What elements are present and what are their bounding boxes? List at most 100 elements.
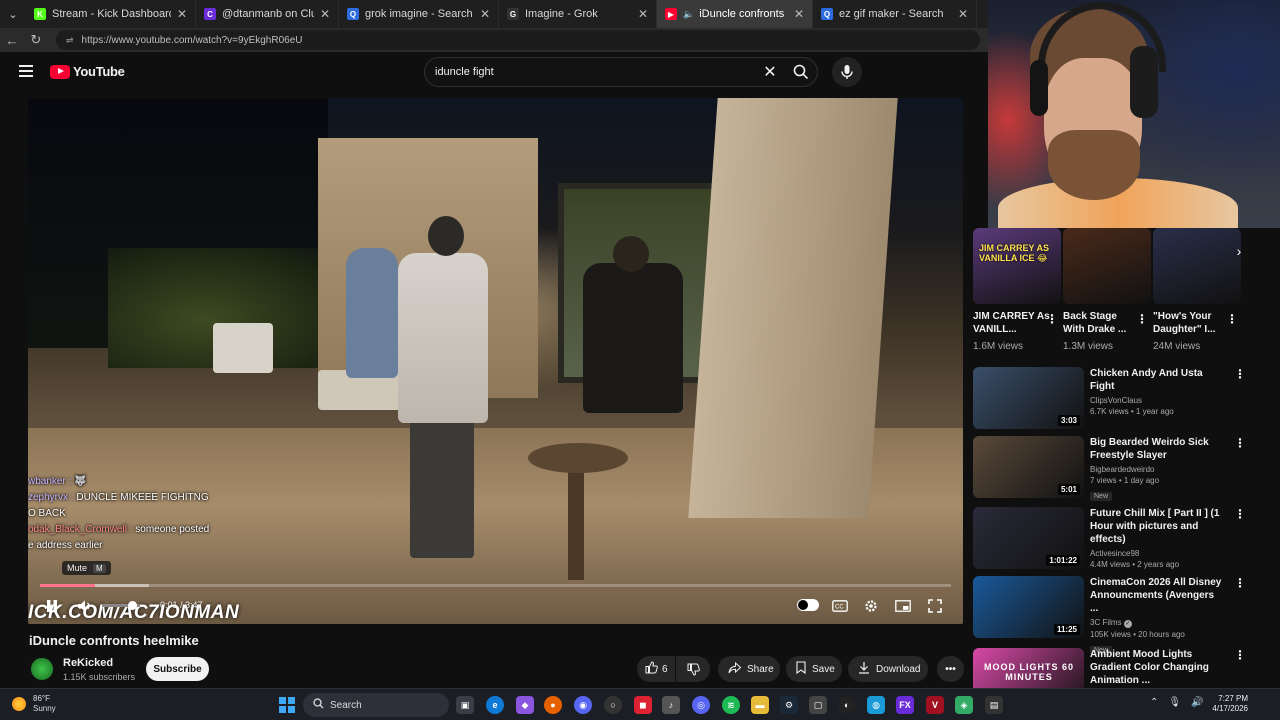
app-red-icon[interactable]: ◼ — [634, 696, 652, 714]
channel-name[interactable]: Activesince98 — [1090, 549, 1139, 558]
windows-start-icon[interactable] — [279, 697, 295, 713]
recommended-video[interactable]: 3:03 Chicken Andy And Usta Fight ClipsVonC… — [973, 367, 1246, 431]
video-title[interactable]: Chicken Andy And Usta Fight — [1090, 367, 1225, 393]
like-button[interactable]: 6 — [637, 656, 675, 682]
short-thumbnail[interactable] — [1153, 228, 1241, 304]
miniplayer-button[interactable] — [892, 592, 914, 620]
app-grey-icon[interactable]: ▤ — [985, 696, 1003, 714]
mute-button[interactable] — [74, 592, 96, 620]
voice-search-button[interactable] — [832, 57, 862, 87]
recommended-video[interactable]: 1:01:22 Future Chill Mix [ Part II ] (1 H… — [973, 507, 1246, 571]
task-view-icon[interactable]: ▣ — [456, 696, 474, 714]
youtube-logo[interactable]: YouTube — [50, 64, 125, 79]
captions-button[interactable]: CC — [829, 592, 851, 620]
discord-icon[interactable]: ◉ — [574, 696, 592, 714]
browser-tab[interactable]: G Imagine - Grok ✕ — [499, 0, 657, 28]
browser-tab[interactable]: Qez gif maker - Search ✕ — [813, 0, 977, 28]
app-blue-icon[interactable]: ◍ — [867, 696, 885, 714]
steam-icon[interactable]: ⚙ — [780, 696, 798, 714]
back-arrow-icon[interactable]: ← — [0, 28, 24, 52]
close-tab-icon[interactable]: ✕ — [638, 7, 648, 21]
search-box[interactable]: iduncle fight ✕ — [424, 57, 818, 87]
tray-chevron-up-icon[interactable]: ⌃ — [1150, 697, 1158, 708]
close-tab-icon[interactable]: ✕ — [177, 7, 187, 21]
video-title[interactable]: Future Chill Mix [ Part II ] (1 Hour wit… — [1090, 507, 1225, 546]
video-thumbnail[interactable]: 3:03 — [973, 367, 1084, 429]
video-thumbnail[interactable]: 1:01:22 — [973, 507, 1084, 569]
address-bar[interactable]: ⇌ https://www.youtube.com/watch?v=9yEkgh… — [56, 30, 980, 50]
video-thumbnail[interactable]: 11:25 — [973, 576, 1084, 638]
short-title[interactable]: Back Stage With Drake ... — [1063, 310, 1141, 336]
edge-icon[interactable]: e — [486, 696, 504, 714]
tray-mic-icon[interactable]: 🎙 — [1168, 697, 1181, 708]
more-vertical-icon[interactable]: ⋮ — [1234, 648, 1246, 662]
close-tab-icon[interactable]: ✕ — [320, 7, 330, 21]
more-vertical-icon[interactable]: ⋮ — [1234, 436, 1246, 450]
miniplayer-icon — [895, 600, 911, 612]
close-tab-icon[interactable]: ✕ — [958, 7, 968, 21]
search-input[interactable]: iduncle fight — [435, 66, 755, 78]
more-vertical-icon[interactable]: ⋮ — [1226, 312, 1238, 326]
video-title[interactable]: Big Bearded Weirdo Sick Freestyle Slayer — [1090, 436, 1225, 462]
volume-knob[interactable] — [128, 601, 137, 610]
short-thumbnail[interactable]: JIM CARREY AS VANILLA ICE 😂 — [973, 228, 1061, 304]
recommended-video[interactable]: 11:25 CinemaCon 2026 All Disney Announcme… — [973, 576, 1246, 655]
browser-tab[interactable]: ▶ 🔈 iDuncle confronts heelmike ✕ — [657, 0, 813, 28]
more-actions-button[interactable]: ••• — [937, 656, 964, 682]
folder-icon[interactable]: ▬ — [751, 696, 769, 714]
search-button[interactable] — [785, 58, 817, 86]
channel-name[interactable]: ClipsVonClaus — [1090, 396, 1142, 405]
menu-icon[interactable] — [19, 65, 33, 77]
chevron-right-icon[interactable]: › — [1229, 241, 1249, 261]
firefox-icon[interactable]: ● — [544, 696, 562, 714]
more-vertical-icon[interactable]: ⋮ — [1046, 312, 1058, 326]
taskbar-clock[interactable]: 7:27 PM 4/17/2026 — [1194, 694, 1248, 715]
browser-tab[interactable]: C @dtanmanb on Club.com ✕ — [196, 0, 339, 28]
fullscreen-button[interactable] — [924, 592, 946, 620]
video-title[interactable]: CinemaCon 2026 All Disney Announcments (… — [1090, 576, 1225, 615]
video-title[interactable]: Ambient Mood Lights Gradient Color Chang… — [1090, 648, 1225, 687]
app-icon[interactable]: ▢ — [809, 696, 827, 714]
dislike-button[interactable] — [676, 656, 710, 682]
close-tab-icon[interactable]: ✕ — [480, 7, 490, 21]
channel-name[interactable]: Bigbeardedweirdo — [1090, 465, 1155, 474]
pause-button[interactable] — [40, 592, 64, 620]
share-button[interactable]: Share — [718, 656, 780, 682]
app-dark-icon[interactable]: ◐ — [838, 696, 856, 714]
video-thumbnail[interactable]: 5:01 — [973, 436, 1084, 498]
clear-search-icon[interactable]: ✕ — [755, 62, 785, 82]
video-player[interactable]: wbanker : 🐺 zephyrvx : DUNCLE MIKEEE FIGH… — [28, 98, 963, 624]
short-thumbnail[interactable] — [1063, 228, 1151, 304]
more-vertical-icon[interactable]: ⋮ — [1136, 312, 1148, 326]
channel-name[interactable]: 3C Films — [1090, 618, 1122, 627]
settings-button[interactable] — [860, 592, 882, 620]
weather-widget[interactable]: 86°F Sunny — [12, 694, 56, 714]
download-button[interactable]: Download — [848, 656, 928, 682]
app-green-icon[interactable]: ◈ — [955, 696, 973, 714]
autoplay-toggle[interactable] — [797, 599, 819, 611]
browser-tab[interactable]: Qgrok imagine - Search ✕ — [339, 0, 499, 28]
more-vertical-icon[interactable]: ⋮ — [1234, 367, 1246, 381]
obs-icon[interactable]: ○ — [604, 696, 622, 714]
short-title[interactable]: "How's Your Daughter" I... — [1153, 310, 1231, 336]
reload-icon[interactable]: ↻ — [24, 28, 48, 52]
more-vertical-icon[interactable]: ⋮ — [1234, 576, 1246, 590]
browser-tab[interactable]: K Stream - Kick Dashboard ✕ — [26, 0, 196, 28]
media-icon[interactable]: ♪ — [662, 696, 680, 714]
close-tab-icon[interactable]: ✕ — [794, 7, 804, 21]
fx-app-icon[interactable]: FX — [896, 696, 914, 714]
speaker-icon[interactable]: 🔈 — [683, 9, 694, 20]
volume-slider[interactable] — [102, 601, 140, 610]
taskbar-search[interactable]: Search — [303, 693, 449, 717]
short-title[interactable]: JIM CARREY As VANILL... — [973, 310, 1051, 336]
progress-bar[interactable] — [40, 584, 951, 587]
app-icon[interactable]: ◆ — [516, 696, 534, 714]
tab-search-chevron-icon[interactable]: ⌄ — [0, 0, 26, 28]
save-button[interactable]: Save — [786, 656, 842, 682]
site-info-icon[interactable]: ⇌ — [66, 35, 74, 46]
chat-app-icon[interactable]: ◎ — [692, 696, 710, 714]
app-v-icon[interactable]: V — [926, 696, 944, 714]
recommended-video[interactable]: 5:01 Big Bearded Weirdo Sick Freestyle Sl… — [973, 436, 1246, 501]
more-vertical-icon[interactable]: ⋮ — [1234, 507, 1246, 521]
spotify-icon[interactable]: ≋ — [722, 696, 740, 714]
